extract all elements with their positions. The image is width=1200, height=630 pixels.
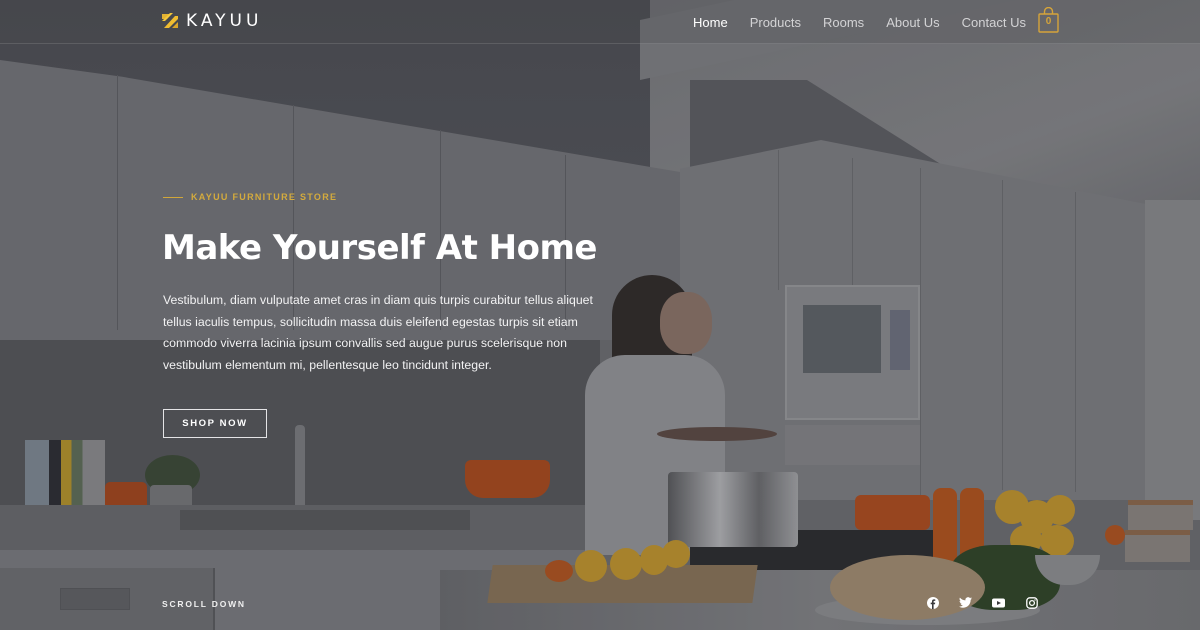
twitter-icon[interactable] [959, 596, 972, 609]
scroll-down-link[interactable]: SCROLL DOWN [162, 599, 246, 609]
hero-eyebrow: KAYUU FURNITURE STORE [163, 192, 337, 202]
brand-logo[interactable]: KAYUU [162, 12, 262, 30]
shop-now-button[interactable]: SHOP NOW [163, 409, 267, 438]
hero-title: Make Yourself At Home [162, 228, 598, 268]
nav-item-about-us[interactable]: About Us [886, 15, 939, 30]
nav-item-home[interactable]: Home [693, 15, 728, 30]
nav-item-products[interactable]: Products [750, 15, 801, 30]
facebook-icon[interactable] [926, 596, 939, 609]
brand-name: KAYUU [186, 11, 263, 31]
hero-description: Vestibulum, diam vulputate amet cras in … [163, 293, 593, 372]
social-links [926, 596, 1038, 609]
eyebrow-divider [163, 196, 183, 198]
eyebrow-text: KAYUU FURNITURE STORE [191, 192, 338, 202]
cart-button[interactable]: 0 [1038, 7, 1059, 33]
nav-item-rooms[interactable]: Rooms [823, 15, 864, 30]
instagram-icon[interactable] [1025, 596, 1038, 609]
cart-count-badge: 0 [1045, 16, 1052, 27]
nav-item-contact-us[interactable]: Contact Us [962, 15, 1026, 30]
kayuu-logo-icon [162, 13, 178, 28]
site-header: KAYUU Home Products Rooms About Us Conta… [0, 0, 1200, 44]
youtube-icon[interactable] [992, 596, 1005, 609]
main-nav: Home Products Rooms About Us Contact Us … [693, 0, 1059, 44]
